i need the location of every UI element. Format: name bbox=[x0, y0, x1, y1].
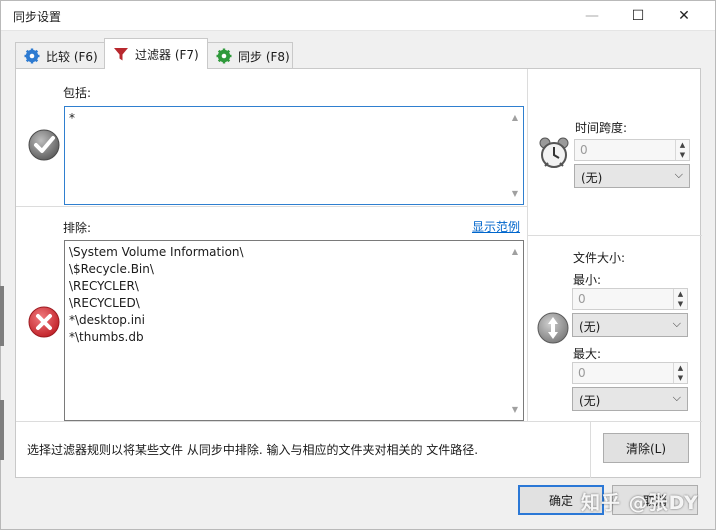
tab-sync-label: 同步 (F8) bbox=[238, 49, 290, 64]
min-size-value: 0 bbox=[578, 292, 586, 306]
include-textarea[interactable]: * ▲ ▼ bbox=[64, 106, 524, 205]
exclude-scrollbar[interactable]: ▲ ▼ bbox=[507, 241, 523, 420]
background-window-edge bbox=[0, 400, 4, 460]
file-size-label: 文件大小: bbox=[573, 251, 626, 265]
max-size-label: 最大: bbox=[573, 347, 602, 361]
alarm-clock-icon bbox=[537, 136, 571, 170]
exclude-x-icon bbox=[28, 306, 60, 338]
max-size-value: 0 bbox=[578, 366, 586, 380]
tab-filter[interactable]: 过滤器 (F7) bbox=[104, 38, 208, 69]
include-check-icon bbox=[28, 129, 60, 161]
min-size-label: 最小: bbox=[573, 273, 602, 287]
spin-up-icon[interactable]: ▲ bbox=[676, 140, 689, 150]
filter-hint-text: 选择过滤器规则以将某些文件 从同步中排除. 输入与相应的文件夹对相关的 文件路径… bbox=[27, 443, 479, 457]
exclude-line: \$Recycle.Bin\ bbox=[69, 262, 154, 276]
max-size-unit: (无) bbox=[579, 394, 601, 408]
title-bar: 同步设置 — ☐ ✕ bbox=[1, 1, 715, 31]
funnel-red-icon bbox=[113, 46, 129, 62]
exclude-line: \RECYCLER\ bbox=[69, 279, 139, 293]
exclude-label: 排除: bbox=[63, 221, 92, 235]
min-size-spinner[interactable]: 0 ▲ ▼ bbox=[572, 288, 688, 310]
max-size-unit-select[interactable]: (无) ⌵ bbox=[572, 387, 688, 411]
include-value: * bbox=[69, 111, 75, 125]
window-title: 同步设置 bbox=[13, 10, 62, 24]
sync-settings-window: 同步设置 — ☐ ✕ 比较 (F6) 过滤器 (F7) 同步 (F8) 包括: … bbox=[0, 0, 716, 530]
exclude-line: \System Volume Information\ bbox=[69, 245, 244, 259]
chevron-down-icon: ⌵ bbox=[672, 391, 681, 404]
spin-down-icon[interactable]: ▼ bbox=[674, 299, 687, 309]
min-size-unit-select[interactable]: (无) ⌵ bbox=[572, 313, 688, 337]
time-span-spinner[interactable]: 0 ▲ ▼ bbox=[574, 139, 690, 161]
show-examples-link[interactable]: 显示范例 bbox=[472, 218, 520, 235]
size-arrows-icon bbox=[537, 312, 569, 344]
maximize-button[interactable]: ☐ bbox=[615, 1, 661, 31]
time-span-unit-select[interactable]: (无) ⌵ bbox=[574, 164, 690, 188]
exclude-textarea[interactable]: \System Volume Information\ \$Recycle.Bi… bbox=[64, 240, 524, 421]
tab-compare[interactable]: 比较 (F6) bbox=[15, 42, 105, 69]
chevron-down-icon: ⌵ bbox=[674, 168, 683, 181]
spin-up-icon[interactable]: ▲ bbox=[674, 289, 687, 299]
gear-blue-icon bbox=[24, 48, 40, 64]
min-size-unit: (无) bbox=[579, 320, 601, 334]
spin-down-icon[interactable]: ▼ bbox=[676, 150, 689, 160]
time-span-value: 0 bbox=[580, 143, 588, 157]
scroll-down-icon[interactable]: ▼ bbox=[510, 185, 520, 202]
tab-filter-label: 过滤器 (F7) bbox=[135, 47, 199, 62]
close-button[interactable]: ✕ bbox=[661, 1, 707, 31]
scroll-up-icon[interactable]: ▲ bbox=[510, 243, 520, 260]
tab-sync[interactable]: 同步 (F8) bbox=[207, 42, 293, 69]
scroll-down-icon[interactable]: ▼ bbox=[510, 401, 520, 418]
clear-button[interactable]: 清除(L) bbox=[603, 433, 689, 463]
spin-down-icon[interactable]: ▼ bbox=[674, 373, 687, 383]
include-scrollbar[interactable]: ▲ ▼ bbox=[507, 107, 523, 204]
exclude-line: *\thumbs.db bbox=[69, 330, 144, 344]
background-window-edge bbox=[0, 286, 4, 346]
gear-green-icon bbox=[216, 48, 232, 64]
watermark: 知乎 @张DY bbox=[581, 492, 699, 514]
filter-panel: 包括: * ▲ ▼ 排除: 显示范例 \System Volume Inform… bbox=[15, 68, 702, 478]
minimize-button[interactable]: — bbox=[569, 1, 615, 31]
time-span-label: 时间跨度: bbox=[575, 121, 628, 135]
exclude-line: *\desktop.ini bbox=[69, 313, 145, 327]
include-label: 包括: bbox=[63, 86, 92, 100]
tab-compare-label: 比较 (F6) bbox=[46, 49, 98, 64]
max-size-spinner[interactable]: 0 ▲ ▼ bbox=[572, 362, 688, 384]
exclude-line: \RECYCLED\ bbox=[69, 296, 140, 310]
scroll-up-icon[interactable]: ▲ bbox=[510, 109, 520, 126]
spin-up-icon[interactable]: ▲ bbox=[674, 363, 687, 373]
time-span-unit: (无) bbox=[581, 171, 603, 185]
chevron-down-icon: ⌵ bbox=[672, 317, 681, 330]
